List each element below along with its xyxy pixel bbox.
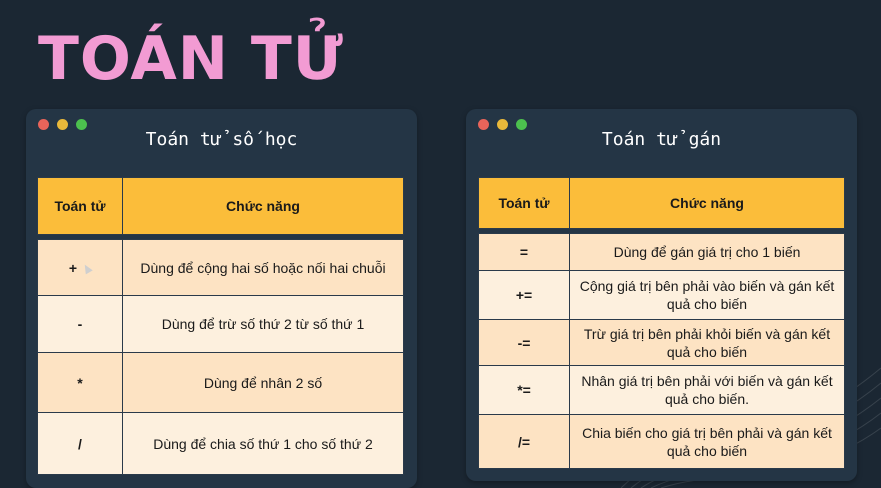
assignment-operators-window: Toán tử gán Toán tử Chức năng = Dùng để … — [466, 109, 857, 481]
window-title: Toán tử gán — [601, 129, 722, 150]
column-header-function: Chức năng — [569, 177, 845, 229]
operator-cell: + — [37, 239, 123, 296]
table-row: + Dùng để cộng hai số hoặc nối hai chuỗi — [37, 239, 404, 296]
table-row: /= Chia biến cho giá trị bên phải và gán… — [478, 414, 845, 469]
table-header-row: Toán tử Chức năng — [478, 177, 845, 229]
operator-cell: /= — [478, 414, 570, 469]
description-cell: Cộng giá trị bên phải vào biến và gán kế… — [569, 270, 845, 320]
table-row: -= Trừ giá trị bên phải khỏi biến và gán… — [478, 319, 845, 366]
table-row: / Dùng để chia số thứ 1 cho số thứ 2 — [37, 412, 404, 475]
table-row: *= Nhân giá trị bên phải với biến và gán… — [478, 365, 845, 415]
description-cell: Dùng để gán giá trị cho 1 biến — [569, 233, 845, 271]
arithmetic-operators-window: Toán tử số học Toán tử Chức năng + Dùng … — [26, 109, 417, 488]
assignment-operators-table: Toán tử Chức năng = Dùng để gán giá trị … — [478, 177, 845, 469]
table-row: = Dùng để gán giá trị cho 1 biến — [478, 233, 845, 271]
operator-cell: - — [37, 295, 123, 353]
operator-cell: += — [478, 270, 570, 320]
operator-cell: / — [37, 412, 123, 475]
description-cell: Trừ giá trị bên phải khỏi biến và gán kế… — [569, 319, 845, 366]
column-header-operator: Toán tử — [478, 177, 570, 229]
description-cell: Dùng để trừ số thứ 2 từ số thứ 1 — [122, 295, 404, 353]
window-title: Toán tử số học — [145, 129, 298, 150]
table-row: += Cộng giá trị bên phải vào biến và gán… — [478, 270, 845, 320]
description-cell: Dùng để chia số thứ 1 cho số thứ 2 — [122, 412, 404, 475]
table-row: - Dùng để trừ số thứ 2 từ số thứ 1 — [37, 295, 404, 353]
column-header-operator: Toán tử — [37, 177, 123, 235]
operator-cell: -= — [478, 319, 570, 366]
arithmetic-operators-table: Toán tử Chức năng + Dùng để cộng hai số … — [37, 177, 404, 475]
column-header-function: Chức năng — [122, 177, 404, 235]
table-header-row: Toán tử Chức năng — [37, 177, 404, 235]
mouse-cursor-icon — [81, 262, 93, 275]
description-cell: Chia biến cho giá trị bên phải và gán kế… — [569, 414, 845, 469]
operator-cell: * — [37, 352, 123, 413]
operator-cell: *= — [478, 365, 570, 415]
description-cell: Dùng để nhân 2 số — [122, 352, 404, 413]
page-title: TOÁN TỬ — [38, 24, 344, 94]
table-row: * Dùng để nhân 2 số — [37, 352, 404, 413]
operator-cell: = — [478, 233, 570, 271]
description-cell: Dùng để cộng hai số hoặc nối hai chuỗi — [122, 239, 404, 296]
description-cell: Nhân giá trị bên phải với biến và gán kế… — [569, 365, 845, 415]
